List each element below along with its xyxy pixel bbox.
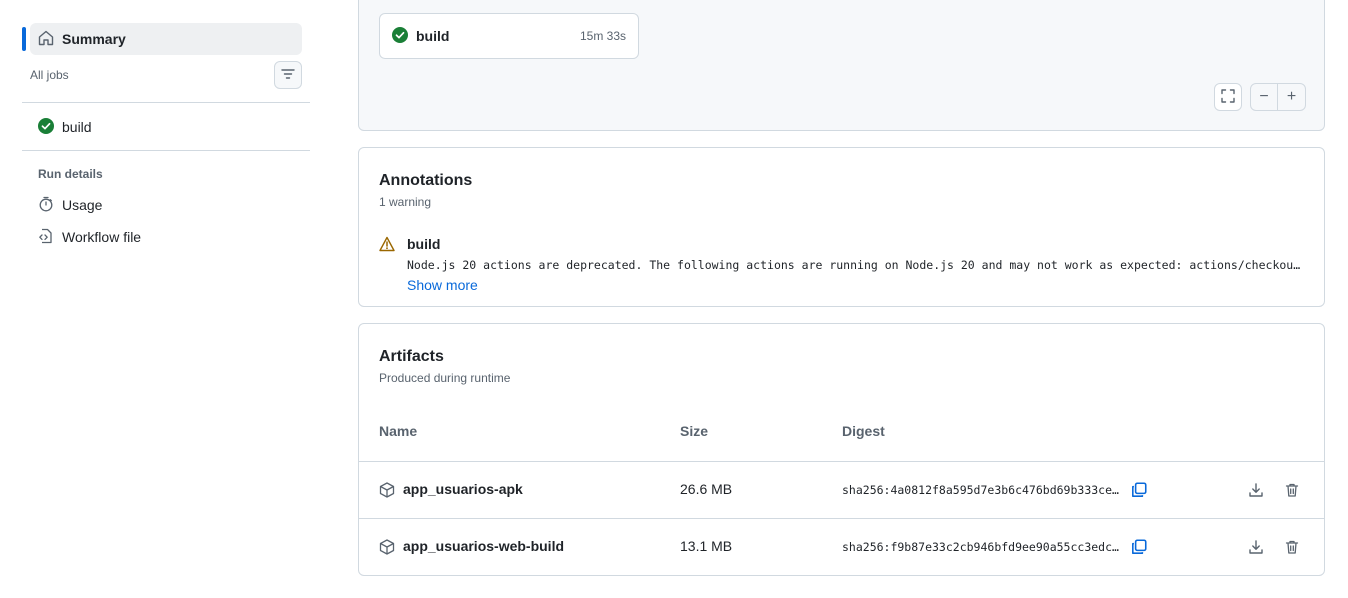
artifacts-panel: Artifacts Produced during runtime Name S…: [358, 323, 1325, 576]
check-circle-icon: [392, 26, 408, 46]
annotations-count: 1 warning: [379, 195, 432, 209]
table-row: app_usuarios-web-build 13.1 MB sha256:f9…: [359, 518, 1324, 575]
artifact-digest: sha256:4a0812f8a595d7e3b6c476bd69b333cea…: [842, 483, 1122, 497]
copy-icon[interactable]: [1129, 480, 1149, 500]
stopwatch-icon: [38, 196, 54, 215]
graph-job-name: build: [416, 28, 450, 44]
copy-icon[interactable]: [1129, 537, 1149, 557]
column-header-size: Size: [680, 423, 709, 439]
sidebar-divider: [22, 150, 310, 151]
show-more-link[interactable]: Show more: [407, 277, 478, 293]
zoom-in-button[interactable]: +: [1278, 84, 1305, 110]
file-code-icon: [38, 228, 54, 247]
artifact-size: 13.1 MB: [680, 538, 733, 554]
table-row: app_usuarios-apk 26.6 MB sha256:4a0812f8…: [359, 461, 1324, 518]
filter-button[interactable]: [274, 61, 302, 89]
workflow-graph: build 15m 33s − +: [358, 0, 1325, 131]
artifact-digest: sha256:f9b87e33c2cb946bfd9ee90a55cc3edc2…: [842, 540, 1122, 554]
trash-icon[interactable]: [1282, 537, 1302, 557]
sidebar-item-summary[interactable]: Summary: [30, 23, 302, 55]
artifacts-title: Artifacts: [379, 348, 444, 365]
download-icon[interactable]: [1246, 537, 1266, 557]
annotations-panel: Annotations 1 warning build Node.js 20 a…: [358, 147, 1325, 307]
alert-icon: [379, 236, 395, 255]
artifact-name-link[interactable]: app_usuarios-apk: [403, 481, 523, 497]
check-circle-icon: [38, 117, 54, 137]
artifacts-subtitle: Produced during runtime: [379, 371, 511, 385]
zoom-out-button[interactable]: −: [1251, 84, 1279, 110]
sidebar-item-workflow-file[interactable]: Workflow file: [30, 222, 302, 252]
package-icon: [379, 482, 395, 501]
annotation-message: Node.js 20 actions are deprecated. The f…: [407, 258, 1307, 272]
sidebar-item-label: Workflow file: [62, 229, 142, 245]
run-details-heading: Run details: [38, 167, 103, 181]
filter-icon: [281, 67, 295, 84]
column-header-digest: Digest: [842, 423, 885, 439]
sidebar-item-label: build: [62, 119, 92, 135]
sidebar-item-usage[interactable]: Usage: [30, 190, 302, 220]
sidebar-item-label: Summary: [62, 31, 126, 47]
annotations-title: Annotations: [379, 172, 473, 189]
annotation-title[interactable]: build: [407, 236, 440, 252]
column-header-name: Name: [379, 423, 418, 439]
graph-job-card[interactable]: build 15m 33s: [379, 13, 639, 59]
download-icon[interactable]: [1246, 480, 1266, 500]
sidebar: Summary All jobs build Run details Usage…: [0, 0, 330, 598]
graph-job-duration: 15m 33s: [579, 29, 626, 43]
artifact-size: 26.6 MB: [680, 481, 733, 497]
sidebar-item-build[interactable]: build: [30, 112, 302, 142]
fullscreen-button[interactable]: [1214, 83, 1242, 111]
active-indicator: [22, 27, 26, 51]
zoom-controls: − +: [1250, 83, 1306, 111]
sidebar-divider: [22, 102, 310, 103]
trash-icon[interactable]: [1282, 480, 1302, 500]
sidebar-item-label: Usage: [62, 197, 103, 213]
all-jobs-heading: All jobs: [30, 68, 69, 82]
artifact-name-link[interactable]: app_usuarios-web-build: [403, 538, 564, 554]
screen-full-icon: [1221, 88, 1235, 106]
package-icon: [379, 539, 395, 558]
home-icon: [38, 30, 54, 49]
